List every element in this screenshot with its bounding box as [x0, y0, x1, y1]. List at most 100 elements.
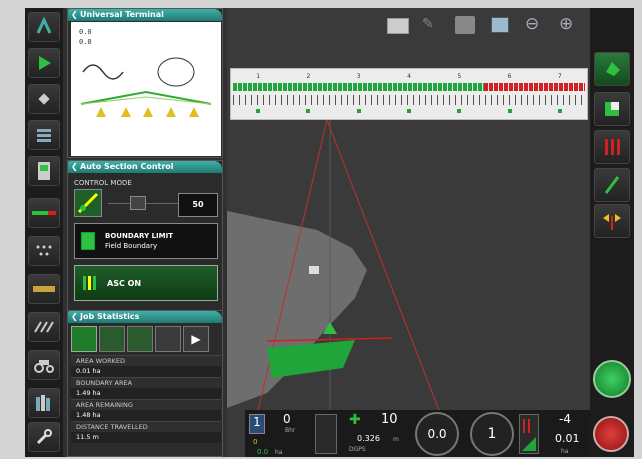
tractor-icon[interactable]: [28, 350, 60, 380]
boundary-icon: [81, 232, 95, 250]
books-icon[interactable]: [28, 388, 60, 418]
tab-area[interactable]: [71, 326, 97, 352]
section-number: 1: [256, 73, 261, 80]
panel-title: ❮ Auto Section Control: [68, 161, 222, 173]
zoom-out-icon[interactable]: ⊖: [525, 14, 539, 34]
gps-value: 10: [381, 412, 398, 427]
sections-on: [233, 83, 485, 91]
stat-label: AREA WORKED: [71, 355, 221, 366]
autosteer-icon[interactable]: [28, 12, 60, 42]
offset2-unit: ha: [561, 448, 569, 455]
control-mode-label: CONTROL MODE: [74, 179, 132, 187]
count-unit: Bhr: [285, 427, 296, 434]
gps-mode: DGPS: [349, 446, 366, 453]
left-toolbar: [25, 8, 63, 457]
field-boundary: [227, 211, 367, 408]
gps-speed-unit: m: [393, 436, 399, 443]
gauge2-value[interactable]: 1: [470, 412, 514, 456]
ut-row1: 0.0: [79, 28, 92, 36]
panel-title: ❮ Universal Terminal: [68, 9, 222, 21]
stat-value: 0.01 ha: [71, 366, 221, 377]
boundary-sub: Field Boundary: [105, 242, 158, 250]
stat-value: 11.5 m: [71, 432, 221, 443]
offset-icon: [519, 414, 539, 454]
ut-row2: 0.0: [79, 38, 92, 46]
pattern-icon[interactable]: [28, 312, 60, 342]
sub-value2: 0.0: [257, 448, 269, 456]
map-icon[interactable]: [594, 92, 630, 126]
boundary-title: BOUNDARY LIMIT: [105, 232, 173, 240]
nozzles: [233, 95, 585, 105]
section-number: 6: [507, 73, 512, 80]
stat-label: AREA REMAINING: [71, 399, 221, 410]
boom-section-bar: 1 2 3 4 5 6 7: [230, 68, 588, 120]
panel-title: ❮ Job Statistics: [68, 311, 222, 323]
map-center-icon[interactable]: [491, 17, 509, 33]
section-indicators: [233, 109, 585, 115]
terminal-screen: ❮ Universal Terminal 0.0 0.0 ❮ Auto Sectio…: [25, 8, 634, 457]
layer-icon[interactable]: [455, 16, 475, 34]
play-icon[interactable]: [28, 48, 60, 78]
universal-terminal-panel: ❮ Universal Terminal 0.0 0.0: [67, 8, 223, 158]
stat-label: DISTANCE TRAVELLED: [71, 421, 221, 432]
implement-view-icon[interactable]: [387, 18, 409, 34]
right-toolbar: [590, 8, 634, 457]
guidance-icon[interactable]: [594, 168, 630, 202]
back-icon[interactable]: ❮: [71, 161, 78, 173]
tracker-number[interactable]: 1: [249, 414, 265, 434]
sprayer-icon[interactable]: [28, 236, 60, 266]
section-number: 7: [557, 73, 562, 80]
stat-label: BOUNDARY AREA: [71, 377, 221, 388]
count-value: 0: [283, 412, 291, 426]
rows-icon[interactable]: [594, 130, 630, 164]
status-bar: 1 0 Bhr 0 0.0 ha ✚ 10 0.326 m DGPS 0.0 1…: [245, 410, 590, 457]
gps-speed: 0.326: [357, 434, 380, 443]
stat-value: 1.49 ha: [71, 388, 221, 399]
tab-time[interactable]: [99, 326, 125, 352]
ut-display[interactable]: 0.0 0.0: [71, 22, 221, 156]
section-number: 3: [356, 73, 361, 80]
pan-icon[interactable]: ✎: [422, 16, 434, 32]
section-number: 4: [407, 73, 411, 80]
auto-section-control-panel: ❮ Auto Section Control CONTROL MODE 50 BO…: [67, 160, 223, 312]
engage-button[interactable]: [593, 360, 631, 398]
seeder-icon[interactable]: [28, 274, 60, 304]
sub-unit2: ha: [275, 449, 283, 456]
gps-icon: ✚: [349, 412, 361, 428]
section-numbers: 1 2 3 4 5 6 7: [233, 73, 585, 80]
wrench-icon[interactable]: [28, 422, 60, 452]
next-tab-icon[interactable]: ▶: [183, 326, 209, 352]
back-icon[interactable]: ❮: [71, 311, 78, 323]
tab-fuel[interactable]: [127, 326, 153, 352]
offset-value: -4: [559, 412, 571, 426]
satellite-icon[interactable]: [28, 84, 60, 114]
stats-list: AREA WORKED 0.01 ha BOUNDARY AREA 1.49 h…: [71, 355, 221, 443]
offset2-value: 0.01: [555, 432, 580, 445]
tab-operator[interactable]: [155, 326, 181, 352]
shift-icon[interactable]: [594, 204, 630, 238]
control-mode-button[interactable]: [74, 189, 102, 217]
zoom-in-icon[interactable]: ⊕: [559, 14, 573, 34]
section-number: 5: [457, 73, 462, 80]
job-statistics-panel: ❮ Job Statistics ▶ AREA WORKED 0.01 ha BO…: [67, 310, 223, 457]
control-value[interactable]: 50: [178, 193, 218, 217]
steering-wheel-icon[interactable]: [593, 416, 629, 452]
device-icon[interactable]: [28, 156, 60, 186]
job-tabs: ▶: [71, 326, 221, 352]
sub-value1: 0: [253, 438, 258, 446]
stat-value: 1.48 ha: [71, 410, 221, 421]
implement-icon[interactable]: [28, 198, 60, 228]
asc-status: ASC ON: [107, 279, 142, 288]
back-icon[interactable]: ❮: [71, 9, 78, 21]
map-toolbar: ✎ ⊖ ⊕: [227, 8, 590, 66]
field-icon[interactable]: [594, 52, 630, 86]
slider-handle[interactable]: [130, 196, 146, 210]
gauge1-value[interactable]: 0.0: [415, 412, 459, 456]
marker-icon[interactable]: [309, 266, 319, 274]
section-bars: [233, 83, 585, 91]
signal-icon[interactable]: [315, 414, 337, 454]
list-icon[interactable]: [28, 120, 60, 150]
asc-status-button[interactable]: ASC ON: [74, 265, 218, 301]
sections-off: [484, 83, 585, 91]
boundary-limit-button[interactable]: BOUNDARY LIMIT Field Boundary: [74, 223, 218, 259]
